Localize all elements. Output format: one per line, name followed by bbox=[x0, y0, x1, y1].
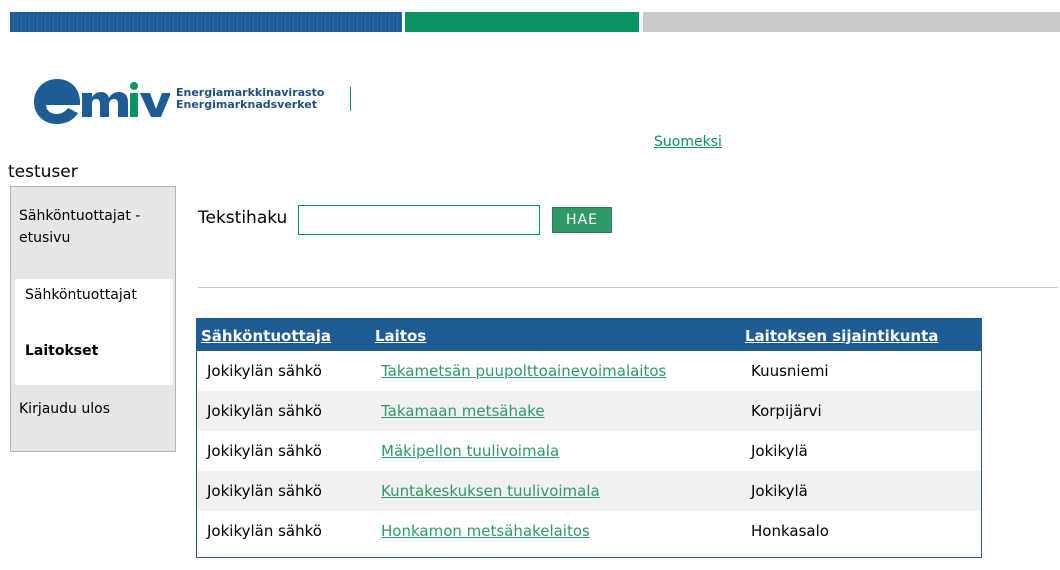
cell-municipality: Honkasalo bbox=[751, 522, 829, 540]
cell-producer: Jokikylän sähkö bbox=[207, 482, 322, 500]
cell-municipality: Kuusniemi bbox=[751, 362, 829, 380]
plants-table: Sähköntuottaja Laitos Laitoksen sijainti… bbox=[196, 318, 982, 558]
cell-producer: Jokikylän sähkö bbox=[207, 362, 322, 380]
top-bar-green bbox=[405, 12, 639, 32]
emv-logo-icon bbox=[34, 79, 170, 124]
cell-municipality: Jokikylä bbox=[751, 482, 808, 500]
table-row: Jokikylän sähkö Takamaan metsähake Korpi… bbox=[197, 391, 981, 431]
search-button[interactable]: HAE bbox=[552, 207, 612, 233]
cell-plant-link[interactable]: Kuntakeskuksen tuulivoimala bbox=[381, 482, 600, 500]
column-header-producer[interactable]: Sähköntuottaja bbox=[201, 327, 331, 345]
cell-plant-link[interactable]: Honkamon metsähakelaitos bbox=[381, 522, 590, 540]
sidebar-item-home[interactable]: Sähköntuottajat - etusivu bbox=[19, 205, 169, 249]
cell-municipality: Korpijärvi bbox=[751, 402, 822, 420]
cell-producer: Jokikylän sähkö bbox=[207, 442, 322, 460]
sidebar-item-producers[interactable]: Sähköntuottajat bbox=[25, 287, 137, 303]
logo-text: Energiamarkkinavirasto Energimarknadsver… bbox=[176, 87, 324, 111]
sidebar: Sähköntuottajat - etusivu Sähköntuottaja… bbox=[10, 186, 176, 452]
top-bar-gray bbox=[643, 12, 1060, 32]
cell-producer: Jokikylän sähkö bbox=[207, 522, 322, 540]
logo-text-swedish: Energimarknadsverket bbox=[176, 98, 317, 111]
table-row: Jokikylän sähkö Takametsän puupolttoaine… bbox=[197, 351, 981, 391]
top-color-bar bbox=[10, 12, 1060, 32]
emv-logo: Energiamarkkinavirasto Energimarknadsver… bbox=[30, 75, 360, 125]
content-divider bbox=[198, 287, 1058, 288]
cell-plant-link[interactable]: Mäkipellon tuulivoimala bbox=[381, 442, 559, 460]
column-header-plant[interactable]: Laitos bbox=[375, 327, 426, 345]
cell-municipality: Jokikylä bbox=[751, 442, 808, 460]
cell-plant-link[interactable]: Takametsän puupolttoainevoimalaitos bbox=[381, 362, 666, 380]
table-header: Sähköntuottaja Laitos Laitoksen sijainti… bbox=[197, 319, 981, 351]
top-bar-blue bbox=[10, 12, 402, 32]
sidebar-item-logout[interactable]: Kirjaudu ulos bbox=[19, 401, 110, 417]
cell-producer: Jokikylän sähkö bbox=[207, 402, 322, 420]
cell-plant-link[interactable]: Takamaan metsähake bbox=[381, 402, 545, 420]
search-label: Tekstihaku bbox=[198, 208, 288, 228]
table-row: Jokikylän sähkö Mäkipellon tuulivoimala … bbox=[197, 431, 981, 471]
search-input[interactable] bbox=[298, 205, 540, 235]
sidebar-item-plants[interactable]: Laitokset bbox=[25, 343, 98, 359]
username: testuser bbox=[8, 162, 78, 182]
column-header-municipality[interactable]: Laitoksen sijaintikunta bbox=[745, 327, 938, 345]
logo-divider bbox=[350, 87, 351, 111]
language-link[interactable]: Suomeksi bbox=[654, 134, 722, 150]
table-row: Jokikylän sähkö Honkamon metsähakelaitos… bbox=[197, 511, 981, 551]
table-row: Jokikylän sähkö Kuntakeskuksen tuulivoim… bbox=[197, 471, 981, 511]
